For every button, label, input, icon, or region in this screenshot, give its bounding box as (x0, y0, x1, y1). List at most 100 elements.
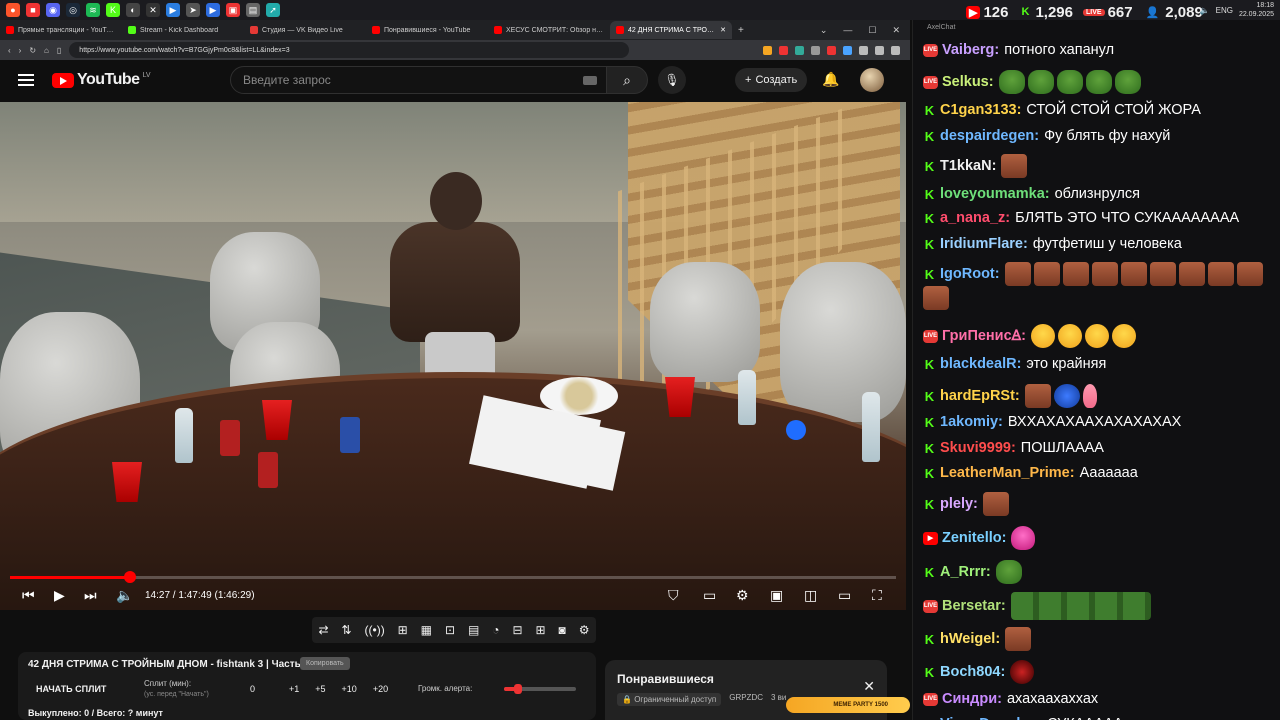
fullscreen-icon[interactable]: ⛶ (872, 587, 882, 604)
search-button[interactable]: ⌕ (606, 66, 648, 94)
clock[interactable]: 18:18 22.09.2025 (1239, 1, 1274, 19)
gauge-icon[interactable]: ◔ (492, 623, 499, 637)
chat-username[interactable]: Skuvi9999: (940, 440, 1016, 457)
tab-liked[interactable]: Понравившиеся - YouTube (366, 21, 488, 39)
copy-button[interactable]: Копировать (300, 657, 350, 670)
chat-username[interactable]: Vaiberg: (942, 42, 999, 59)
previous-icon[interactable]: ⏮ (22, 587, 35, 604)
chat-username[interactable]: hWeigel: (940, 631, 1000, 648)
app-icon-vk[interactable]: ▶ (206, 3, 220, 17)
create-button[interactable]: + Создать (735, 68, 808, 92)
play-icon[interactable]: ▶ (54, 587, 65, 604)
extension-icon[interactable] (763, 45, 772, 55)
search-input[interactable]: Введите запрос (230, 66, 608, 94)
video-player[interactable]: ⏮ ▶ ⏭ 🔈 14:27 / 1:47:49 (1:46:29) ⛉ ▭ ⚙ … (0, 102, 906, 610)
voice-search-button[interactable]: 🎙 (658, 66, 686, 94)
sort-icon[interactable]: ⇅ (341, 623, 351, 637)
forward-icon[interactable]: › (19, 46, 22, 55)
next-icon[interactable]: ⏭ (84, 587, 97, 604)
discord-icon[interactable]: ◉ (46, 3, 60, 17)
chat-username[interactable]: VinnyDresden: (940, 716, 1042, 720)
playlist-channel[interactable]: GRPZDC (729, 693, 763, 706)
chat-username[interactable]: Zenitello: (942, 530, 1006, 547)
app-icon-folder[interactable]: ▤ (246, 3, 260, 17)
telegram-icon[interactable]: ➚ (266, 3, 280, 17)
gear-icon[interactable]: ⚙ (579, 623, 590, 637)
video-progress-bar[interactable] (10, 571, 896, 583)
keyboard-icon[interactable] (583, 76, 597, 85)
volume-icon[interactable]: 🔈 (1200, 6, 1210, 15)
chat-username[interactable]: despairdegen: (940, 128, 1039, 145)
pip-icon[interactable]: ◫ (804, 587, 817, 604)
theater-mode-icon[interactable]: ▭ (838, 587, 851, 604)
add-icon[interactable]: ⊞ (535, 623, 545, 637)
url-field[interactable]: https://www.youtube.com/watch?v=B7GGjyPm… (69, 42, 630, 58)
brave-icon[interactable]: ● (6, 3, 20, 17)
chat-username[interactable]: IridiumFlare: (940, 236, 1028, 253)
alert-volume-slider[interactable] (504, 684, 576, 694)
app-icon[interactable]: ■ (26, 3, 40, 17)
chat-username[interactable]: ГриПенисꙘ: (942, 328, 1026, 345)
app-icon-blue[interactable]: ▶ (166, 3, 180, 17)
crop-icon[interactable]: ⊡ (445, 623, 455, 637)
subtitles-icon[interactable]: ▭ (703, 587, 716, 604)
start-split-button[interactable]: НАЧАТЬ СПЛИТ (36, 684, 106, 694)
chat-username[interactable]: Boch804: (940, 664, 1005, 681)
youtube-logo[interactable]: YouTube LV (52, 71, 151, 89)
steam-icon[interactable]: ◎ (66, 3, 80, 17)
extension-icon[interactable] (795, 45, 804, 55)
spotify-icon[interactable]: ≋ (86, 3, 100, 17)
chat-username[interactable]: C1gan3133: (940, 102, 1021, 119)
new-tab-icon[interactable]: + (732, 25, 750, 36)
extension-icon[interactable] (859, 45, 868, 55)
chat-username[interactable]: LeatherMan_Prime: (940, 465, 1075, 482)
extension-icon[interactable] (811, 45, 820, 55)
chat-username[interactable]: loveyoumamka: (940, 186, 1050, 203)
tab-vk-studio[interactable]: Студия — VK Видео Live (244, 21, 366, 39)
close-icon[interactable]: ✕ (892, 25, 900, 36)
chat-username[interactable]: Selkus: (942, 74, 994, 91)
split-value-plus20[interactable]: +20 (373, 684, 388, 694)
split-value-0[interactable]: 0 (250, 684, 255, 694)
bookmark-icon[interactable]: ▯ (57, 46, 61, 55)
chat-username[interactable]: Bersetar: (942, 598, 1006, 615)
menu-icon[interactable] (891, 45, 900, 55)
extension-icon[interactable] (827, 45, 836, 55)
alert-volume-handle[interactable] (514, 684, 523, 694)
close-icon[interactable]: ✕ (863, 678, 875, 695)
chat-username[interactable]: a_nana_z: (940, 210, 1010, 227)
close-tab-icon[interactable]: ✕ (720, 26, 726, 34)
split-value-plus5[interactable]: +5 (315, 684, 325, 694)
app-icon-gray[interactable]: ➤ (186, 3, 200, 17)
chevron-down-icon[interactable]: ⌄ (820, 25, 828, 36)
x-icon[interactable]: ✕ (146, 3, 160, 17)
maximize-icon[interactable]: ☐ (868, 25, 876, 36)
lang-indicator[interactable]: ENG (1216, 6, 1233, 15)
reload-icon[interactable]: ↻ (29, 46, 36, 55)
extension-icon[interactable] (843, 45, 852, 55)
chat-username[interactable]: 1akomiy: (940, 414, 1003, 431)
split-value-plus1[interactable]: +1 (289, 684, 299, 694)
chat-username[interactable]: hardEpRSt: (940, 388, 1020, 405)
loop-icon[interactable]: ⇄ (318, 623, 328, 637)
camera-icon[interactable]: ◙ (559, 623, 566, 637)
audio-icon[interactable]: ((•)) (365, 623, 385, 637)
miniplayer-icon[interactable]: ▣ (770, 587, 783, 604)
wifi-icon[interactable]: ◠ (1187, 6, 1194, 15)
extension-icon[interactable] (779, 45, 788, 55)
chat-username[interactable]: A_Rrrr: (940, 564, 991, 581)
volume-icon[interactable]: 🔈 (116, 587, 133, 604)
bell-icon[interactable]: 🔔 (822, 71, 839, 88)
chat-username[interactable]: T1kkaN: (940, 158, 996, 175)
tab-hesus[interactable]: ХЕСУС СМОТРИТ: Обзор на пропаг (488, 21, 610, 39)
window-icon[interactable]: ⊟ (512, 623, 522, 637)
kick-icon[interactable]: K (106, 3, 120, 17)
tab-current-video[interactable]: 42 ДНЯ СТРИМА С ТРОЙНЫМ✕ (610, 21, 732, 39)
obs-icon[interactable]: ◐ (126, 3, 140, 17)
back-icon[interactable]: ‹ (8, 46, 11, 55)
film-icon[interactable]: ▦ (421, 623, 432, 637)
minimize-icon[interactable]: — (843, 25, 852, 36)
screen-icon[interactable]: ▤ (468, 623, 479, 637)
tab-kick-dashboard[interactable]: Stream - Kick Dashboard (122, 21, 244, 39)
sponsorblock-icon[interactable]: ⛉ (668, 587, 679, 604)
